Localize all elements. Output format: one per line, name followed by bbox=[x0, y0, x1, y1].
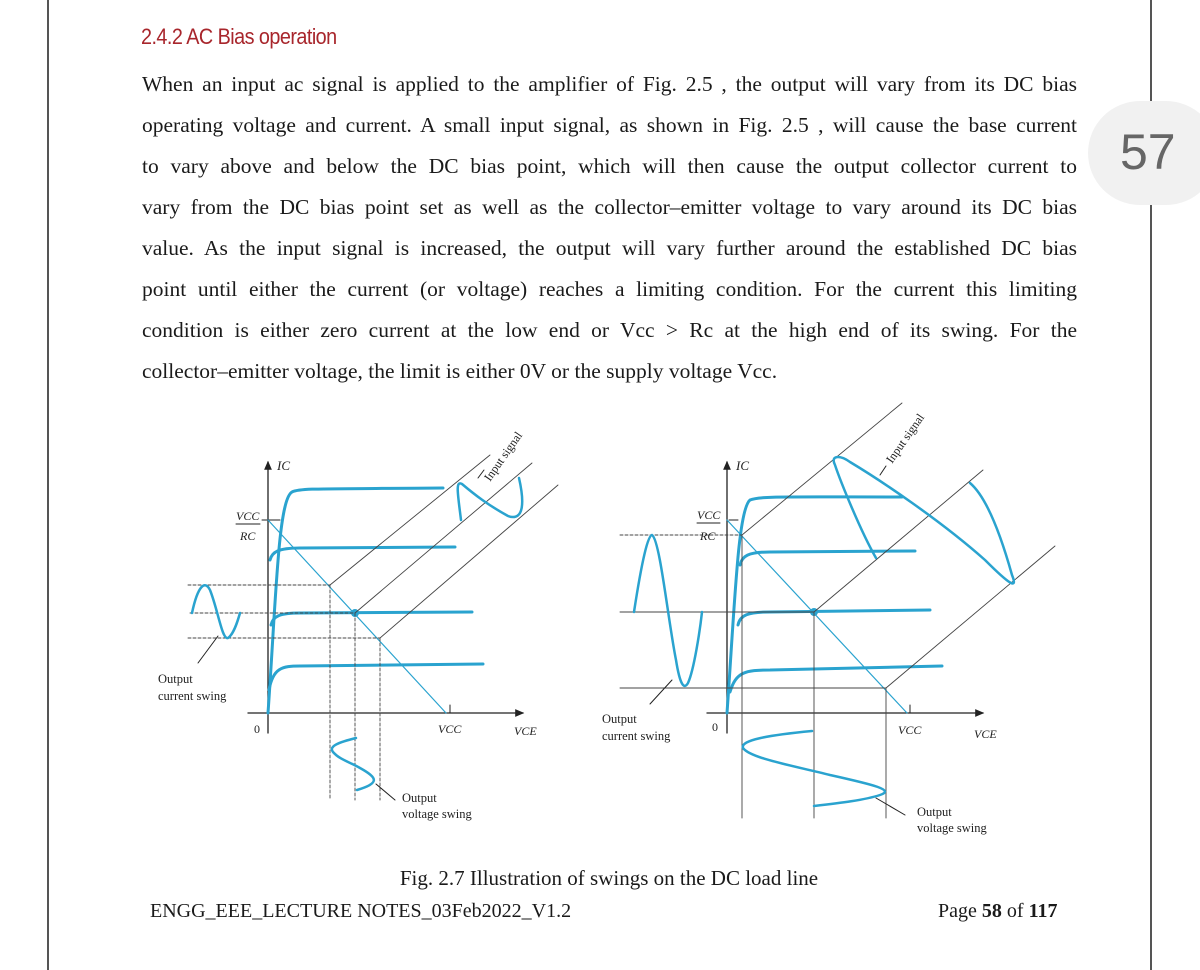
footer-page-indicator: Page 58 of 117 bbox=[938, 900, 1057, 923]
input-signal-label: Input signal bbox=[481, 428, 526, 483]
page-total: 117 bbox=[1028, 900, 1058, 922]
page-prefix: Page bbox=[938, 900, 982, 922]
output-voltage-label-1: Output bbox=[917, 805, 952, 819]
output-current-wave bbox=[632, 533, 704, 688]
vce-label: VCE bbox=[974, 727, 997, 741]
vcc-rc-denominator: RC bbox=[239, 529, 256, 543]
characteristic-curves bbox=[725, 495, 944, 715]
input-signal-label: Input signal bbox=[883, 410, 928, 465]
figure-caption: Fig. 2.7 Illustration of swings on the D… bbox=[399, 866, 819, 890]
vcc-rc-numerator: VCC bbox=[697, 508, 721, 522]
figure-load-line-swings: IC VCC RC 0 VCC VCE Input signal Output … bbox=[158, 402, 1056, 835]
output-current-label-1: Output bbox=[602, 712, 637, 726]
output-current-label-2: current swing bbox=[602, 729, 671, 743]
output-voltage-label-2: voltage swing bbox=[917, 821, 988, 835]
origin-label: 0 bbox=[712, 720, 718, 734]
origin-label: 0 bbox=[254, 722, 260, 736]
vcc-rc-denominator: RC bbox=[699, 529, 716, 543]
diagram-large-signal: IC VCC RC 0 VCC VCE Input signal Output … bbox=[602, 402, 1056, 835]
page-of: of bbox=[1001, 900, 1029, 922]
output-voltage-wave bbox=[330, 736, 376, 792]
dc-load-line bbox=[726, 519, 908, 714]
footer-document-name: ENGG_EEE_LECTURE NOTES_03Feb2022_V1.2 bbox=[150, 900, 572, 922]
ic-label: IC bbox=[276, 458, 290, 473]
page-current: 58 bbox=[981, 900, 1002, 922]
ic-label: IC bbox=[735, 458, 749, 473]
diagram-small-signal: IC VCC RC 0 VCC VCE Input signal Output … bbox=[158, 428, 559, 821]
vcc-rc-numerator: VCC bbox=[236, 509, 260, 523]
vce-label: VCE bbox=[514, 724, 537, 738]
output-voltage-label-1: Output bbox=[402, 791, 437, 805]
output-current-label-2: current swing bbox=[158, 689, 227, 703]
characteristic-curves bbox=[266, 486, 485, 715]
output-voltage-label-2: voltage swing bbox=[402, 807, 473, 821]
projection-lines bbox=[619, 534, 887, 819]
output-current-label-1: Output bbox=[158, 672, 193, 686]
vcc-axis-label: VCC bbox=[898, 723, 922, 737]
output-current-wave bbox=[190, 584, 242, 640]
vcc-axis-label: VCC bbox=[438, 722, 462, 736]
